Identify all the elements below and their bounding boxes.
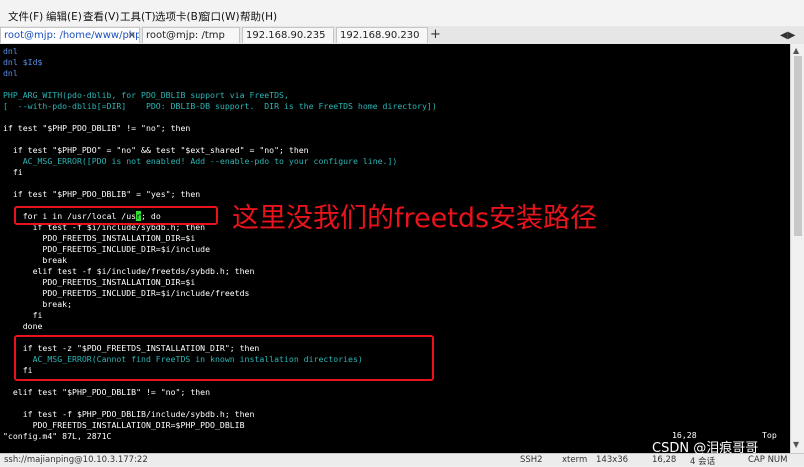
scroll-down-icon[interactable]: ▼ [793,440,799,449]
add-tab-icon[interactable]: + [430,27,441,43]
terminal-line: PDO_FREETDS_INSTALLATION_DIR=$i [3,277,196,287]
terminal-line: PDO_FREETDS_INSTALLATION_DIR=$PHP_PDO_DB… [3,420,245,430]
terminal-line: break; [3,299,73,309]
highlight-box-for-loop [14,206,218,225]
tab-scroll-arrows-icon[interactable]: ◀▶ [780,28,795,44]
status-sessions: 4 会话 [690,457,716,467]
terminal-line: elif test -f $i/include/freetds/sybdb.h;… [3,266,255,276]
menu-tools[interactable]: 工具(T) [120,9,156,24]
terminal-line: AC_MSG_ERROR([PDO is not enabled! Add --… [3,156,398,166]
terminal-line: [ --with-pdo-dblib[=DIR] PDO: DBLIB-DB s… [3,101,437,111]
session-tab-1[interactable]: root@mjp: /home/www/php/... × [0,27,140,43]
tab-bar: root@mjp: /home/www/php/... × root@mjp: … [0,26,804,45]
terminal-line: if test "$PHP_PDO_DBLIB" = "yes"; then [3,189,201,199]
terminal-line: if test "$PHP_PDO_DBLIB" != "no"; then [3,123,191,133]
menu-help[interactable]: 帮助(H) [240,9,277,24]
terminal-line: dnl [3,46,18,56]
menu-file[interactable]: 文件(F) [8,9,43,24]
session-tab-label: root@mjp: /tmp [146,30,225,41]
highlight-box-error-block [14,335,434,381]
scrollbar-thumb[interactable] [794,56,802,236]
session-tab-4[interactable]: 192.168.90.230 [336,27,428,43]
vim-file-status: "config.m4" 87L, 2871C [3,431,112,441]
session-tab-3[interactable]: 192.168.90.235 [242,27,334,43]
menu-bar: 文件(F) 编辑(E) 查看(V) 工具(T) 选项卡(B) 窗口(W) 帮助(… [0,0,804,27]
session-tab-label: 192.168.90.230 [340,30,420,41]
terminal-line: dnl [3,68,18,78]
menu-view[interactable]: 查看(V) [83,9,119,24]
terminal-line: PDO_FREETDS_INCLUDE_DIR=$i/include [3,244,211,254]
menu-tabs[interactable]: 选项卡(B) [155,9,202,24]
terminal-line: PDO_FREETDS_INCLUDE_DIR=$i/include/freet… [3,288,250,298]
menu-window[interactable]: 窗口(W) [200,9,240,24]
menu-edit[interactable]: 编辑(E) [46,9,82,24]
close-icon[interactable]: × [128,28,136,43]
status-caps-num: CAP NUM [748,455,788,465]
scroll-up-icon[interactable]: ▲ [793,46,799,55]
terminal-line: dnl $Id$ [3,57,43,67]
terminal-screen[interactable]: dnl dnl $Id$ dnl PHP_ARG_WITH(pdo-dblib,… [0,44,790,453]
status-size: 143x36 [596,455,629,465]
session-tab-2[interactable]: root@mjp: /tmp [142,27,240,43]
watermark: CSDN @泪痕哥哥 [652,441,759,456]
status-connection: ssh://majianping@10.10.3.177:22 [4,455,148,465]
status-protocol: SSH2 [520,455,543,465]
vim-scroll-position: Top [762,430,777,440]
terminal-line: if test -f $PHP_PDO_DBLIB/include/sybdb.… [3,409,255,419]
terminal-line: PDO_FREETDS_INSTALLATION_DIR=$i [3,233,196,243]
terminal-scrollbar[interactable]: ▲ ▼ [790,44,804,453]
terminal-line: done [3,321,43,331]
terminal-line: fi [3,310,43,320]
session-tab-label: root@mjp: /home/www/php/... [4,30,140,41]
status-position: 16,28 [652,455,677,465]
terminal-line: if test "$PHP_PDO" = "no" && test "$ext_… [3,145,309,155]
terminal-line: elif test "$PHP_PDO_DBLIB" != "no"; then [3,387,211,397]
status-terminal-type: xterm [562,455,588,465]
terminal-line: fi [3,167,23,177]
annotation-label: 这里没我们的freetds安装路径 [232,203,598,234]
session-tab-label: 192.168.90.235 [246,30,326,41]
terminal-line: break [3,255,68,265]
terminal-line: PHP_ARG_WITH(pdo-dblib, for PDO_DBLIB su… [3,90,289,100]
